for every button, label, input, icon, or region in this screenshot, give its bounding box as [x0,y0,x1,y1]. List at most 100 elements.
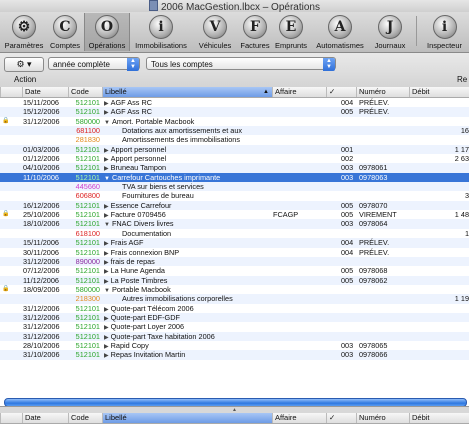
table-row[interactable]: 01/03/2006 512101 ▶ Apport personnel 001 1 17 [0,144,469,155]
toolbar-vehicules-button[interactable]: V Véhicules [194,13,236,51]
cell-debit: 1 19 [454,294,469,304]
toolbar-separator [416,16,417,46]
toolbar-journaux-button[interactable]: J Journaux [370,13,410,51]
toolbar-emprunts-button[interactable]: E Emprunts [272,13,310,51]
table-row[interactable]: 15/11/2006 512101 ▶ Frais AGF 004 PRÉLEV. [0,238,469,248]
disclosure-collapsed-icon[interactable]: ▶ [104,166,109,172]
table-row[interactable]: 31/12/2006 512101 ▶ Quote-part Loyer 2006 [0,322,469,331]
libelle-text: AGF Ass RC [110,98,152,107]
toolbar-label: Paramètres [4,41,44,50]
table-row[interactable]: 218300 Autres immobilisations corporelles… [0,294,469,304]
table-row[interactable]: 07/12/2006 512101 ▶ La Hune Agenda 005 097806… [0,266,469,275]
table-row[interactable]: 681100 Dotations aux amortissements et au… [0,126,469,136]
col-header-check[interactable]: ✓ [326,413,356,423]
disclosure-collapsed-icon[interactable]: ▶ [104,157,109,163]
cell-journal: 003 [341,340,354,350]
table-row[interactable]: 31/12/2006 512101 ▶ Quote-part EDF-GDF [0,312,469,323]
disclosure-collapsed-icon[interactable]: ▶ [104,241,109,247]
col-header-affaire[interactable]: Affaire [272,413,326,423]
table-row[interactable]: 31/12/2006 512101 ▶ Quote-part Taxe habitat… [0,331,469,341]
cell-numero: 0978066 [359,350,388,360]
disclosure-expanded-icon[interactable]: ▼ [104,120,110,126]
disclosure-collapsed-icon[interactable]: ▶ [104,148,109,154]
table-row[interactable]: 445660 TVA sur biens et services [0,182,469,192]
table-row[interactable]: 🔒 18/09/2006 580000 ▼ Portable Macbook [0,285,469,294]
table-row[interactable]: 18/10/2006 512101 ▼ FNAC Divers livres 003 09… [0,219,469,229]
table-row[interactable]: 281830 Amortissements des immobilisations [0,135,469,144]
table-row-selected[interactable]: 11/10/2006 512101 ▼ Carrefour Cartouches im… [0,172,469,183]
toolbar-inspecteur-button[interactable]: i Inspecteur [420,13,469,51]
col-header-libelle[interactable]: Libellé [102,413,272,423]
table-row[interactable]: 15/11/2006 512101 ▶ AGF Ass RC 004 PRÉLEV. [0,98,469,107]
disclosure-expanded-icon[interactable]: ▼ [104,176,110,182]
table-row[interactable]: 04/10/2006 512101 ▶ Bruneau Tampon 003 097806… [0,163,469,173]
disclosure-collapsed-icon[interactable]: ▶ [104,269,109,275]
cell-debit: 2 63 [454,154,469,164]
immobilisations-icon: i [149,15,173,39]
table-row[interactable]: 01/12/2006 512101 ▶ Apport personnel 002 2 63 [0,154,469,163]
col-header-code[interactable]: Code [68,87,102,97]
disclosure-expanded-icon[interactable]: ▼ [104,288,110,294]
table-row[interactable]: 606800 Fournitures de bureau 3 [0,191,469,200]
toolbar-immobilisations-button[interactable]: i Immobilisations [130,13,192,51]
disclosure-collapsed-icon[interactable]: ▶ [104,316,109,322]
table-row[interactable]: 🔒 25/10/2006 512101 ▶ Facture 0709456 FCAGP 00… [0,210,469,219]
account-select[interactable]: Tous les comptes ▲ ▼ [146,57,336,71]
disclosure-collapsed-icon[interactable]: ▶ [104,307,109,313]
cell-journal: 003 [341,219,354,229]
col-header-date[interactable]: Date [22,87,68,97]
table-row[interactable]: 31/12/2006 890000 ▶ frais de repas [0,256,469,267]
disclosure-collapsed-icon[interactable]: ▶ [104,344,109,350]
col-header-date[interactable]: Date [22,413,68,423]
action-menu-button[interactable]: ⚙ ▾ [4,57,44,72]
col-header-debit[interactable]: Débit [409,413,469,423]
cell-date: 15/12/2006 [23,107,60,117]
disclosure-collapsed-icon[interactable]: ▶ [104,204,109,210]
toolbar-operations-button[interactable]: O Opérations [84,13,130,51]
table-row[interactable]: 28/10/2006 512101 ▶ Rapid Copy 003 0978065 [0,341,469,350]
cell-code: 512101 [75,154,100,164]
col-header-lock[interactable] [0,87,22,97]
col-header-libelle[interactable]: Libellé ▲ [102,87,272,97]
table-row[interactable]: 31/12/2006 512101 ▶ Quote-part Télécom 2006 [0,304,469,313]
disclosure-collapsed-icon[interactable]: ▶ [104,110,109,116]
toolbar-automatismes-button[interactable]: A Automatismes [312,13,368,51]
libelle-text: La Poste Timbres [110,275,168,285]
toolbar-comptes-button[interactable]: C Comptes [48,13,82,51]
col-header-code[interactable]: Code [68,413,102,423]
operations-table-body: 15/11/2006 512101 ▶ AGF Ass RC 004 PRÉLEV. 15/… [0,98,469,397]
table-row[interactable]: 30/11/2006 512101 ▶ Frais connexion BNP 004 P… [0,248,469,257]
table-row[interactable]: 11/12/2006 512101 ▶ La Poste Timbres 005 0978… [0,275,469,285]
title-bar: 2006 MacGestion.lbcx – Opérations [0,0,469,13]
table-row[interactable]: 618100 Documentation 1 [0,229,469,238]
toolbar-label: Automatismes [316,41,364,50]
col-header-affaire[interactable]: Affaire [272,87,326,97]
cell-date: 01/03/2006 [23,144,60,154]
table-row[interactable]: 31/10/2006 512101 ▶ Repas Invitation Martin… [0,350,469,360]
disclosure-expanded-icon[interactable]: ▼ [104,222,110,228]
disclosure-collapsed-icon[interactable]: ▶ [104,213,109,219]
inspecteur-icon: i [432,15,457,39]
col-header-lock[interactable] [0,413,22,423]
toolbar-factures-button[interactable]: F Factures [238,13,272,51]
sort-ascending-icon: ▲ [263,89,269,95]
split-view-handle[interactable]: ▲ [0,406,469,413]
disclosure-collapsed-icon[interactable]: ▶ [104,325,109,331]
disclosure-collapsed-icon[interactable]: ▶ [104,353,109,359]
col-header-numero[interactable]: Numéro [356,87,409,97]
table-row[interactable]: 16/12/2006 512101 ▶ Essence Carrefour 005 097… [0,200,469,211]
col-header-numero[interactable]: Numéro [356,413,409,423]
table-row[interactable]: 🔒 31/12/2006 580000 ▼ Amort. Portable Macboo… [0,117,469,126]
toolbar-parametres-button[interactable]: ⚙ Paramètres [0,13,48,51]
disclosure-collapsed-icon[interactable]: ▶ [104,335,109,341]
disclosure-collapsed-icon[interactable]: ▶ [104,260,109,266]
period-select[interactable]: année complète ▲ ▼ [48,57,140,71]
disclosure-collapsed-icon[interactable]: ▶ [104,101,109,107]
cell-date: 16/12/2006 [23,200,60,210]
col-header-check[interactable]: ✓ [326,87,356,97]
disclosure-collapsed-icon[interactable]: ▶ [104,279,109,285]
col-header-debit[interactable]: Débit [409,87,469,97]
disclosure-collapsed-icon[interactable]: ▶ [104,251,109,257]
table-row[interactable]: 15/12/2006 512101 ▶ AGF Ass RC 005 PRÉLEV. [0,107,469,117]
libelle-text: Essence Carrefour [110,200,172,210]
